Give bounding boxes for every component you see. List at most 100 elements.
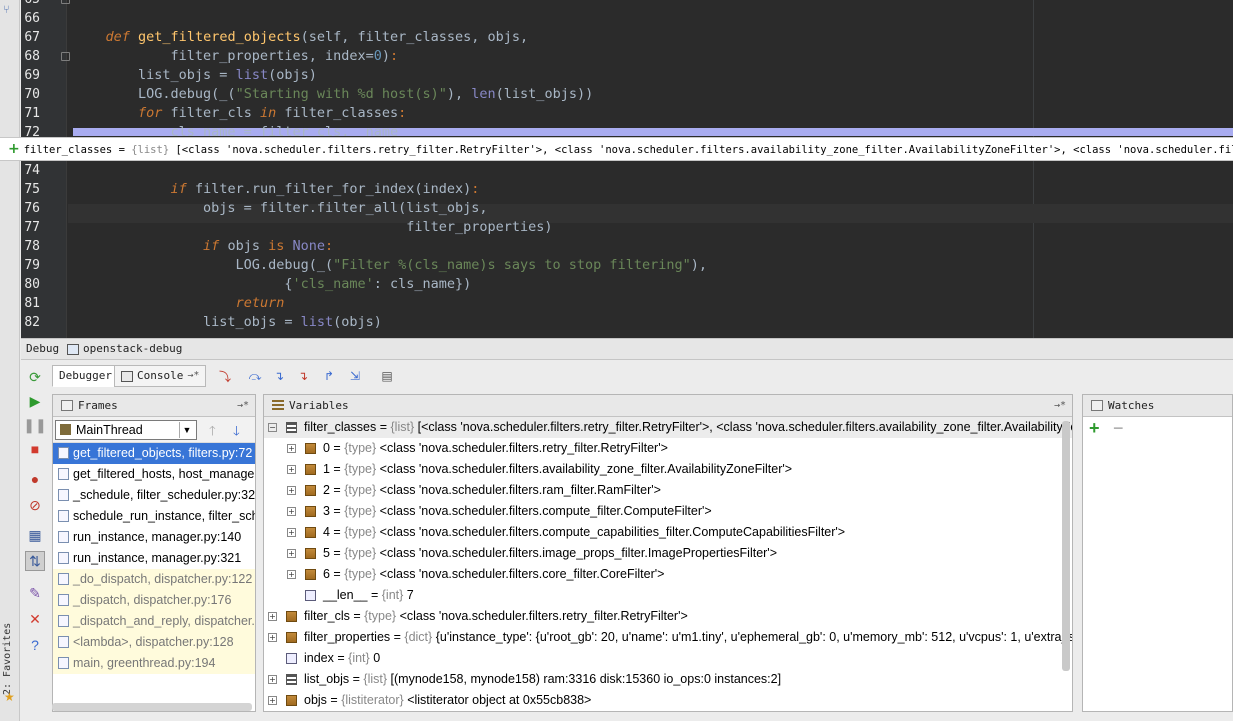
- tab-debugger[interactable]: Debugger: [52, 365, 119, 387]
- variable-name: __len__: [323, 588, 368, 602]
- expand-hint-icon[interactable]: +: [8, 141, 20, 157]
- expand-icon[interactable]: +: [287, 465, 296, 474]
- frame-item[interactable]: _do_dispatch, dispatcher.py:122: [53, 569, 255, 590]
- frame-item[interactable]: main, greenthread.py:194: [53, 653, 255, 674]
- variable-row[interactable]: +3 = {type} <class 'nova.scheduler.filte…: [264, 501, 1072, 522]
- collapse-icon[interactable]: −: [268, 423, 277, 432]
- structure-icon[interactable]: ⑂: [3, 4, 16, 18]
- variable-text: objs = {listiterator} <listiterator obje…: [304, 693, 592, 707]
- next-frame-icon[interactable]: 🡓: [233, 422, 240, 444]
- variable-row[interactable]: index = {int} 0: [264, 648, 1072, 669]
- expand-icon[interactable]: +: [287, 549, 296, 558]
- variable-text: index = {int} 0: [304, 651, 381, 665]
- frame-item[interactable]: run_instance, manager.py:140: [53, 527, 255, 548]
- sort-alpha-icon[interactable]: ⇅: [25, 551, 45, 571]
- expand-icon[interactable]: +: [268, 675, 277, 684]
- expand-icon[interactable]: +: [268, 696, 277, 705]
- restore-layout-icon[interactable]: ▦: [25, 525, 45, 545]
- variable-text: 5 = {type} <class 'nova.scheduler.filter…: [323, 546, 777, 560]
- frame-item[interactable]: run_instance, manager.py:321: [53, 548, 255, 569]
- pause-icon[interactable]: ❚❚: [23, 415, 46, 435]
- variable-row[interactable]: − filter_classes = {list} [<class 'nova.s…: [264, 417, 1072, 438]
- code-line: if filter.run_filter_for_index(index):: [170, 181, 480, 197]
- variable-text: filter_cls = {type} <class 'nova.schedul…: [304, 609, 688, 623]
- frames-horizontal-scrollbar[interactable]: [52, 703, 252, 711]
- rerun-icon[interactable]: ⟳: [25, 367, 45, 387]
- pin-icon[interactable]: ✎: [25, 583, 45, 603]
- frame-label: _do_dispatch, dispatcher.py:122: [73, 572, 253, 586]
- variables-panel: Variables →* − filter_classes = {list} [<…: [263, 394, 1073, 712]
- frames-pin-icon[interactable]: →*: [237, 395, 249, 416]
- frame-item[interactable]: _dispatch, dispatcher.py:176: [53, 590, 255, 611]
- step-into-icon[interactable]: ↴: [270, 367, 288, 385]
- chevron-down-icon[interactable]: ▼: [179, 422, 194, 438]
- code-line: LOG.debug(_("Starting with %d host(s)"),…: [73, 86, 594, 102]
- variable-row[interactable]: __len__ = {int} 7: [264, 585, 1072, 606]
- close-icon[interactable]: ✕: [25, 609, 45, 629]
- force-step-into-icon[interactable]: ↴: [294, 367, 312, 385]
- variable-row[interactable]: + list_objs = {list} [(mynode158, mynode1…: [264, 669, 1072, 690]
- star-icon[interactable]: ★: [4, 690, 15, 704]
- stop-icon[interactable]: ■: [25, 439, 45, 459]
- variable-row[interactable]: + filter_properties = {dict} {u'instance_…: [264, 627, 1072, 648]
- python-file-icon: [58, 531, 69, 543]
- run-to-cursor-icon[interactable]: ⇲: [346, 367, 364, 385]
- variable-row[interactable]: +4 = {type} <class 'nova.scheduler.filte…: [264, 522, 1072, 543]
- python-file-icon: [58, 657, 69, 669]
- step-out-icon[interactable]: ↱: [320, 367, 338, 385]
- variable-text: 2 = {type} <class 'nova.scheduler.filter…: [323, 483, 661, 497]
- code-editor[interactable]: 656667686970717273747576777879808182 """…: [21, 0, 1233, 338]
- expand-icon[interactable]: +: [287, 507, 296, 516]
- mute-breakpoints-icon[interactable]: ⊘: [25, 495, 45, 515]
- frame-item[interactable]: _schedule, filter_scheduler.py:320: [53, 485, 255, 506]
- frame-item[interactable]: _dispatch_and_reply, dispatcher.py:133: [53, 611, 255, 632]
- previous-frame-icon[interactable]: 🡑: [209, 422, 216, 444]
- frame-item[interactable]: get_filtered_objects, filters.py:72: [53, 443, 255, 464]
- tab-console[interactable]: Console →*: [114, 365, 207, 387]
- variables-vertical-scrollbar[interactable]: [1062, 421, 1070, 671]
- expand-icon[interactable]: +: [287, 486, 296, 495]
- step-over-icon[interactable]: ⤼: [246, 367, 264, 385]
- expand-icon[interactable]: +: [268, 612, 277, 621]
- expand-icon[interactable]: +: [287, 444, 296, 453]
- prim-variable-icon: [286, 653, 297, 664]
- expand-icon[interactable]: +: [268, 633, 277, 642]
- python-config-icon: [67, 343, 79, 355]
- remove-watch-icon[interactable]: −: [1113, 418, 1124, 439]
- resume-icon[interactable]: ▶: [25, 391, 45, 411]
- expand-icon[interactable]: +: [287, 528, 296, 537]
- thread-select[interactable]: MainThread ▼: [55, 420, 197, 440]
- inline-variable-hint[interactable]: + filter_classes = {list} [<class 'nova.s…: [0, 137, 1233, 161]
- add-watch-icon[interactable]: +: [1089, 418, 1100, 439]
- variable-text: 4 = {type} <class 'nova.scheduler.filter…: [323, 525, 846, 539]
- frame-item[interactable]: get_filtered_hosts, host_manager.py:355: [53, 464, 255, 485]
- variable-row[interactable]: +2 = {type} <class 'nova.scheduler.filte…: [264, 480, 1072, 501]
- variable-row[interactable]: + objs = {listiterator} <listiterator obj…: [264, 690, 1072, 711]
- fold-marker-icon[interactable]: [61, 0, 70, 4]
- frame-label: get_filtered_objects, filters.py:72: [73, 446, 253, 460]
- thread-icon: [60, 424, 71, 435]
- frame-label: schedule_run_instance, filter_scheduler.…: [73, 509, 255, 523]
- favorites-tab[interactable]: 2: Favorites: [2, 610, 18, 695]
- variable-value: <listiterator object at 0x55cb838>: [407, 693, 592, 707]
- variable-row[interactable]: + filter_cls = {type} <class 'nova.schedu…: [264, 606, 1072, 627]
- evaluate-expression-icon[interactable]: ▤: [378, 367, 396, 385]
- variable-type: {type}: [344, 441, 377, 455]
- help-icon[interactable]: ?: [25, 635, 45, 655]
- variable-text: __len__ = {int} 7: [323, 588, 414, 602]
- variables-title: Variables: [289, 399, 349, 412]
- fold-marker-icon[interactable]: [61, 52, 70, 61]
- variables-pin-icon[interactable]: →*: [1054, 395, 1066, 416]
- obj-variable-icon: [305, 569, 316, 580]
- frame-item[interactable]: <lambda>, dispatcher.py:128: [53, 632, 255, 653]
- frame-item[interactable]: schedule_run_instance, filter_scheduler.…: [53, 506, 255, 527]
- show-execution-point-icon[interactable]: ⤵: [216, 367, 234, 385]
- variable-row[interactable]: +6 = {type} <class 'nova.scheduler.filte…: [264, 564, 1072, 585]
- variable-row[interactable]: +5 = {type} <class 'nova.scheduler.filte…: [264, 543, 1072, 564]
- python-file-icon: [58, 447, 69, 459]
- variable-row[interactable]: +1 = {type} <class 'nova.scheduler.filte…: [264, 459, 1072, 480]
- run-config-tab[interactable]: openstack-debug: [67, 339, 182, 359]
- view-breakpoints-icon[interactable]: ●: [25, 469, 45, 489]
- expand-icon[interactable]: +: [287, 570, 296, 579]
- variable-row[interactable]: +0 = {type} <class 'nova.scheduler.filte…: [264, 438, 1072, 459]
